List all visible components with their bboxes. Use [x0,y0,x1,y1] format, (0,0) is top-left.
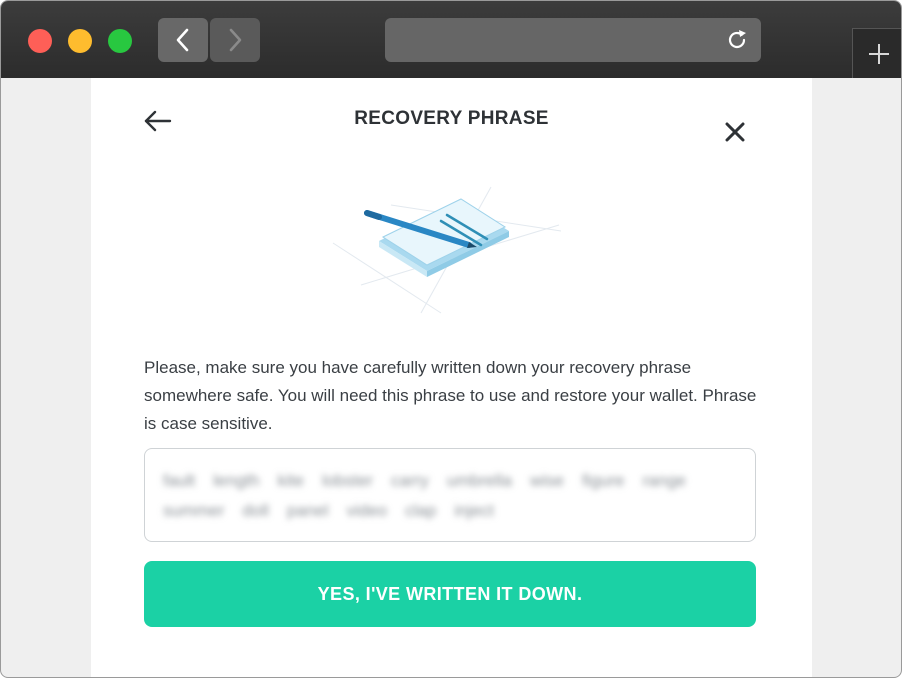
phrase-word: wise [529,471,564,490]
close-window-button[interactable] [28,29,52,53]
minimize-window-button[interactable] [68,29,92,53]
phrase-word: video [346,501,388,520]
recovery-phrase-words: fault length kite lobster carry umbrella wise f… [163,467,737,525]
notepad-pen-illustration [332,186,562,314]
chevron-right-icon [229,28,242,52]
phrase-word: length [213,471,260,490]
recovery-phrase-box[interactable]: fault length kite lobster carry umbrella wise f… [144,448,756,542]
phrase-word: summer [163,501,225,520]
modal-title: RECOVERY PHRASE [354,108,549,129]
plus-icon [868,43,889,64]
phrase-word: panel [286,501,329,520]
address-bar[interactable] [385,18,761,62]
phrase-word: inject [454,501,494,520]
phrase-word: fault [163,471,196,490]
phrase-word: lobster [321,471,373,490]
browser-forward-button[interactable] [210,18,260,62]
phrase-word: umbrella [446,471,512,490]
browser-window: RECOVERY PHRASE Please, make sure you ha… [0,0,902,678]
confirm-written-button[interactable]: YES, I'VE WRITTEN IT DOWN. [144,561,756,627]
browser-titlebar [1,1,901,78]
chevron-left-icon [176,28,189,52]
new-tab-button[interactable] [852,28,901,78]
close-icon[interactable] [724,121,746,143]
phrase-word: doll [242,501,269,520]
instruction-text: Please, make sure you have carefully wri… [144,358,757,433]
phrase-word: kite [277,471,304,490]
maximize-window-button[interactable] [108,29,132,53]
phrase-word: figure [581,471,625,490]
phrase-word: range [642,471,686,490]
recovery-phrase-modal: RECOVERY PHRASE Please, make sure you ha… [91,78,812,677]
reload-icon[interactable] [725,28,749,52]
browser-back-button[interactable] [158,18,208,62]
phrase-word: clap [405,501,437,520]
phrase-word: carry [390,471,429,490]
